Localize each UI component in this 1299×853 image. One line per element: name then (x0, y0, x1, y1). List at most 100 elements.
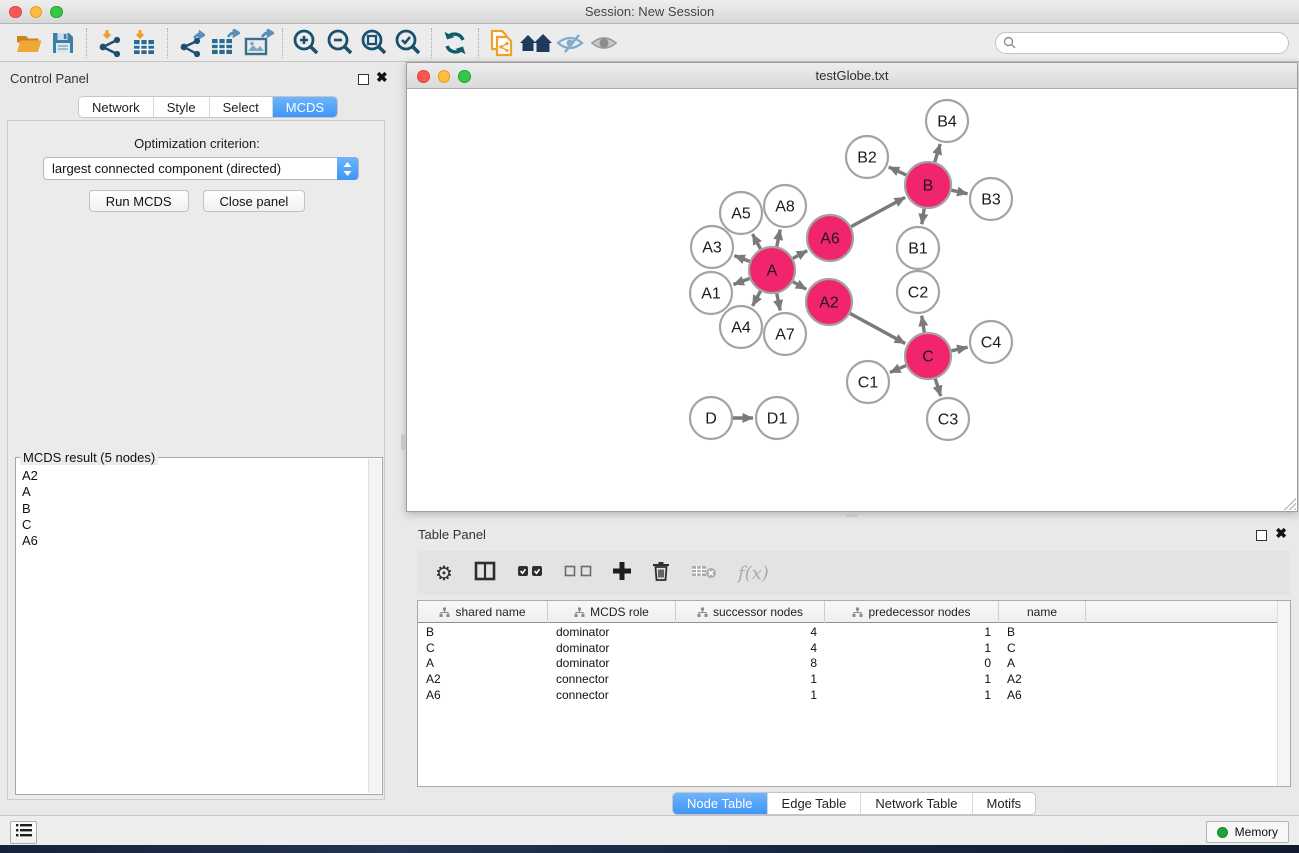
result-scrollbar[interactable] (368, 459, 381, 793)
column-header-shared-name[interactable]: shared name (418, 601, 548, 623)
tab-network-table[interactable]: Network Table (861, 793, 972, 814)
table-row[interactable]: B dominator 4 1 B (418, 624, 1290, 640)
column-header-successor-nodes[interactable]: successor nodes (676, 601, 825, 623)
table-row[interactable]: A dominator 8 0 A (418, 656, 1290, 672)
edge-C-C3[interactable] (935, 379, 940, 396)
close-table-panel-icon[interactable]: ✖ (1275, 525, 1287, 542)
column-header-predecessor-nodes[interactable]: predecessor nodes (825, 601, 999, 623)
function-builder-button[interactable]: f(x) (738, 563, 769, 584)
delete-rows-button[interactable] (652, 561, 670, 586)
edge-C-C1[interactable] (890, 366, 906, 373)
graph-node-A6[interactable]: A6 (807, 215, 853, 261)
graph-node-A7[interactable]: A7 (764, 313, 806, 355)
tab-network[interactable]: Network (79, 97, 154, 117)
list-item[interactable]: A2 (22, 468, 38, 484)
column-header-name[interactable]: name (999, 601, 1086, 623)
resize-grip-icon[interactable] (1283, 497, 1296, 510)
refresh-view-button[interactable] (438, 27, 472, 59)
edge-C-C2[interactable] (922, 316, 925, 333)
search-input[interactable] (995, 32, 1289, 54)
edge-A-A5[interactable] (753, 234, 761, 249)
export-network-button[interactable] (174, 27, 208, 59)
tab-select[interactable]: Select (210, 97, 273, 117)
edge-B-B4[interactable] (935, 144, 940, 162)
optimization-criterion-select[interactable]: largest connected component (directed) (43, 157, 359, 180)
export-table-button[interactable] (208, 27, 242, 59)
edge-A-A7[interactable] (777, 294, 780, 311)
table-row[interactable]: C dominator 4 1 C (418, 640, 1290, 656)
table-row[interactable]: A2 connector 1 1 A2 (418, 671, 1290, 687)
edge-B-B1[interactable] (922, 209, 924, 225)
show-panels-button[interactable] (587, 27, 621, 59)
tab-edge-table[interactable]: Edge Table (768, 793, 862, 814)
tab-style[interactable]: Style (154, 97, 210, 117)
edge-A-A3[interactable] (734, 256, 749, 262)
clone-network-button[interactable] (485, 27, 519, 59)
task-history-button[interactable] (10, 821, 37, 844)
graph-node-C1[interactable]: C1 (847, 361, 889, 403)
graph-node-C[interactable]: C (905, 333, 951, 379)
graph-node-C2[interactable]: C2 (897, 271, 939, 313)
network-graph[interactable]: B4 B2 B B3 B1 A5A8A6 A3 A A1 C2 A2 A4A7 C4 C C1 C3 D D1 (407, 89, 1297, 511)
graph-node-A[interactable]: A (749, 247, 795, 293)
show-columns-button[interactable] (474, 561, 496, 586)
zoom-in-button[interactable] (289, 27, 323, 59)
graph-node-B1[interactable]: B1 (897, 227, 939, 269)
import-network-button[interactable] (93, 27, 127, 59)
add-row-button[interactable] (613, 562, 631, 585)
table-settings-button[interactable]: ⚙ (435, 561, 453, 586)
deselect-all-button[interactable] (564, 564, 592, 582)
list-item[interactable]: A6 (22, 533, 38, 549)
graph-node-D1[interactable]: D1 (756, 397, 798, 439)
export-image-button[interactable] (242, 27, 276, 59)
graph-node-A5[interactable]: A5 (720, 192, 762, 234)
graph-node-C3[interactable]: C3 (927, 398, 969, 440)
graph-node-B2[interactable]: B2 (846, 136, 888, 178)
tab-node-table[interactable]: Node Table (673, 793, 768, 814)
column-header-mcds-role[interactable]: MCDS role (548, 601, 676, 623)
open-session-button[interactable] (12, 27, 46, 59)
select-all-button[interactable] (517, 564, 543, 582)
tab-mcds[interactable]: MCDS (273, 97, 337, 117)
table-row[interactable]: A6 connector 1 1 A6 (418, 687, 1290, 703)
delete-table-button[interactable] (691, 563, 717, 584)
edge-B-B3[interactable] (951, 190, 967, 194)
hide-panels-button[interactable] (553, 27, 587, 59)
memory-button[interactable]: Memory (1206, 821, 1289, 843)
zoom-fit-button[interactable] (357, 27, 391, 59)
home-button[interactable] (519, 27, 553, 59)
graph-node-A3[interactable]: A3 (691, 226, 733, 268)
list-item[interactable]: C (22, 517, 38, 533)
edge-A-A2[interactable] (793, 282, 806, 290)
graph-node-B[interactable]: B (905, 162, 951, 208)
graph-node-C4[interactable]: C4 (970, 321, 1012, 363)
graph-node-A4[interactable]: A4 (720, 306, 762, 348)
tab-motifs[interactable]: Motifs (973, 793, 1036, 814)
graph-node-B3[interactable]: B3 (970, 178, 1012, 220)
edge-A-A6[interactable] (793, 251, 807, 259)
edge-B-B2[interactable] (889, 167, 906, 175)
edge-A-A8[interactable] (777, 230, 780, 247)
zoom-selected-button[interactable] (391, 27, 425, 59)
graph-node-A1[interactable]: A1 (690, 272, 732, 314)
graph-node-B4[interactable]: B4 (926, 100, 968, 142)
vertical-splitter-handle[interactable] (401, 434, 406, 450)
import-table-button[interactable] (127, 27, 161, 59)
float-panel-icon[interactable] (358, 74, 369, 85)
zoom-out-button[interactable] (323, 27, 357, 59)
float-table-panel-icon[interactable] (1256, 530, 1267, 541)
close-panel-button[interactable]: Close panel (203, 190, 306, 212)
graph-node-D[interactable]: D (690, 397, 732, 439)
list-item[interactable]: A (22, 484, 38, 500)
graph-node-A8[interactable]: A8 (764, 185, 806, 227)
save-session-button[interactable] (46, 27, 80, 59)
list-item[interactable]: B (22, 501, 38, 517)
graph-node-A2[interactable]: A2 (806, 279, 852, 325)
run-mcds-button[interactable]: Run MCDS (89, 190, 189, 212)
edge-C-C4[interactable] (951, 347, 967, 351)
edge-A-A4[interactable] (753, 291, 761, 306)
edge-A6-B[interactable] (851, 197, 905, 226)
close-panel-icon[interactable]: ✖ (376, 69, 388, 86)
horizontal-scrollbar-thumb[interactable] (845, 512, 858, 517)
network-canvas[interactable]: B4 B2 B B3 B1 A5A8A6 A3 A A1 C2 A2 A4A7 C4 C C1 C3 D D1 (407, 89, 1297, 511)
